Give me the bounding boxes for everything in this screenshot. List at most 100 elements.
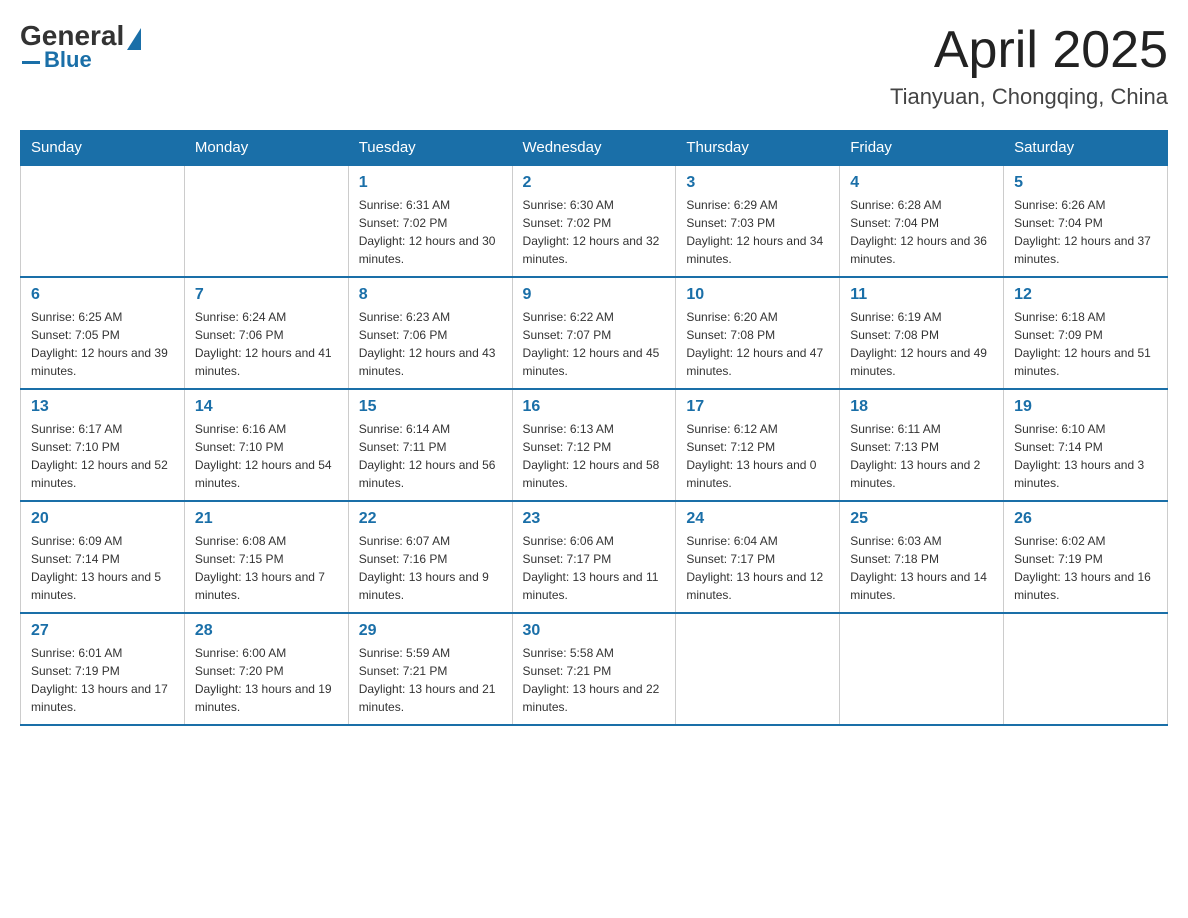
day-info: Sunrise: 6:31 AMSunset: 7:02 PMDaylight:… xyxy=(359,196,502,268)
day-cell: 16 Sunrise: 6:13 AMSunset: 7:12 PMDayligh… xyxy=(512,389,676,501)
day-cell: 15 Sunrise: 6:14 AMSunset: 7:11 PMDayligh… xyxy=(348,389,512,501)
day-info: Sunrise: 6:04 AMSunset: 7:17 PMDaylight:… xyxy=(686,532,829,604)
day-cell: 3 Sunrise: 6:29 AMSunset: 7:03 PMDaylight… xyxy=(676,165,840,277)
day-info: Sunrise: 6:18 AMSunset: 7:09 PMDaylight:… xyxy=(1014,308,1157,380)
day-number: 15 xyxy=(359,398,502,416)
day-cell xyxy=(21,165,185,277)
day-info: Sunrise: 6:22 AMSunset: 7:07 PMDaylight:… xyxy=(523,308,666,380)
logo: General Blue xyxy=(20,20,141,73)
week-row-1: 1 Sunrise: 6:31 AMSunset: 7:02 PMDaylight… xyxy=(21,165,1168,277)
day-number: 10 xyxy=(686,286,829,304)
day-number: 5 xyxy=(1014,174,1157,192)
day-cell: 12 Sunrise: 6:18 AMSunset: 7:09 PMDayligh… xyxy=(1004,277,1168,389)
day-number: 1 xyxy=(359,174,502,192)
day-cell: 11 Sunrise: 6:19 AMSunset: 7:08 PMDayligh… xyxy=(840,277,1004,389)
day-cell: 24 Sunrise: 6:04 AMSunset: 7:17 PMDayligh… xyxy=(676,501,840,613)
day-cell: 30 Sunrise: 5:58 AMSunset: 7:21 PMDayligh… xyxy=(512,613,676,725)
header-saturday: Saturday xyxy=(1004,131,1168,166)
location-title: Tianyuan, Chongqing, China xyxy=(890,84,1168,110)
day-number: 28 xyxy=(195,622,338,640)
day-cell: 6Sunrise: 6:25 AMSunset: 7:05 PMDaylight… xyxy=(21,277,185,389)
day-cell: 29Sunrise: 5:59 AMSunset: 7:21 PMDayligh… xyxy=(348,613,512,725)
header-wednesday: Wednesday xyxy=(512,131,676,166)
day-info: Sunrise: 5:59 AMSunset: 7:21 PMDaylight:… xyxy=(359,644,502,716)
day-cell: 27 Sunrise: 6:01 AMSunset: 7:19 PMDayligh… xyxy=(21,613,185,725)
day-cell: 17Sunrise: 6:12 AMSunset: 7:12 PMDayligh… xyxy=(676,389,840,501)
day-cell xyxy=(676,613,840,725)
day-info: Sunrise: 6:09 AMSunset: 7:14 PMDaylight:… xyxy=(31,532,174,604)
day-number: 24 xyxy=(686,510,829,528)
day-cell: 8Sunrise: 6:23 AMSunset: 7:06 PMDaylight… xyxy=(348,277,512,389)
day-info: Sunrise: 6:20 AMSunset: 7:08 PMDaylight:… xyxy=(686,308,829,380)
day-cell: 18Sunrise: 6:11 AMSunset: 7:13 PMDayligh… xyxy=(840,389,1004,501)
day-cell: 28 Sunrise: 6:00 AMSunset: 7:20 PMDayligh… xyxy=(184,613,348,725)
day-number: 26 xyxy=(1014,510,1157,528)
day-info: Sunrise: 6:03 AMSunset: 7:18 PMDaylight:… xyxy=(850,532,993,604)
calendar-header-row: SundayMondayTuesdayWednesdayThursdayFrid… xyxy=(21,131,1168,166)
day-info: Sunrise: 6:17 AMSunset: 7:10 PMDaylight:… xyxy=(31,420,174,492)
day-number: 23 xyxy=(523,510,666,528)
day-info: Sunrise: 5:58 AMSunset: 7:21 PMDaylight:… xyxy=(523,644,666,716)
day-number: 30 xyxy=(523,622,666,640)
day-cell: 14Sunrise: 6:16 AMSunset: 7:10 PMDayligh… xyxy=(184,389,348,501)
day-cell: 20 Sunrise: 6:09 AMSunset: 7:14 PMDayligh… xyxy=(21,501,185,613)
day-number: 21 xyxy=(195,510,338,528)
day-number: 19 xyxy=(1014,398,1157,416)
day-number: 22 xyxy=(359,510,502,528)
day-number: 18 xyxy=(850,398,993,416)
day-cell: 9 Sunrise: 6:22 AMSunset: 7:07 PMDaylight… xyxy=(512,277,676,389)
day-info: Sunrise: 6:23 AMSunset: 7:06 PMDaylight:… xyxy=(359,308,502,380)
logo-blue-text: Blue xyxy=(44,47,92,73)
day-info: Sunrise: 6:10 AMSunset: 7:14 PMDaylight:… xyxy=(1014,420,1157,492)
day-cell: 19 Sunrise: 6:10 AMSunset: 7:14 PMDayligh… xyxy=(1004,389,1168,501)
day-info: Sunrise: 6:12 AMSunset: 7:12 PMDaylight:… xyxy=(686,420,829,492)
day-info: Sunrise: 6:13 AMSunset: 7:12 PMDaylight:… xyxy=(523,420,666,492)
header-monday: Monday xyxy=(184,131,348,166)
day-info: Sunrise: 6:30 AMSunset: 7:02 PMDaylight:… xyxy=(523,196,666,268)
day-info: Sunrise: 6:02 AMSunset: 7:19 PMDaylight:… xyxy=(1014,532,1157,604)
day-cell: 10 Sunrise: 6:20 AMSunset: 7:08 PMDayligh… xyxy=(676,277,840,389)
day-number: 4 xyxy=(850,174,993,192)
week-row-2: 6Sunrise: 6:25 AMSunset: 7:05 PMDaylight… xyxy=(21,277,1168,389)
week-row-5: 27 Sunrise: 6:01 AMSunset: 7:19 PMDayligh… xyxy=(21,613,1168,725)
day-info: Sunrise: 6:00 AMSunset: 7:20 PMDaylight:… xyxy=(195,644,338,716)
day-info: Sunrise: 6:26 AMSunset: 7:04 PMDaylight:… xyxy=(1014,196,1157,268)
day-number: 20 xyxy=(31,510,174,528)
day-number: 16 xyxy=(523,398,666,416)
day-cell: 13 Sunrise: 6:17 AMSunset: 7:10 PMDayligh… xyxy=(21,389,185,501)
day-number: 2 xyxy=(523,174,666,192)
day-number: 9 xyxy=(523,286,666,304)
header-thursday: Thursday xyxy=(676,131,840,166)
day-cell: 5 Sunrise: 6:26 AMSunset: 7:04 PMDaylight… xyxy=(1004,165,1168,277)
page-header: General Blue April 2025 Tianyuan, Chongq… xyxy=(20,20,1168,110)
calendar-table: SundayMondayTuesdayWednesdayThursdayFrid… xyxy=(20,130,1168,726)
day-cell xyxy=(840,613,1004,725)
day-number: 12 xyxy=(1014,286,1157,304)
day-number: 11 xyxy=(850,286,993,304)
day-cell: 22 Sunrise: 6:07 AMSunset: 7:16 PMDayligh… xyxy=(348,501,512,613)
day-cell xyxy=(1004,613,1168,725)
day-cell: 7Sunrise: 6:24 AMSunset: 7:06 PMDaylight… xyxy=(184,277,348,389)
day-number: 3 xyxy=(686,174,829,192)
day-cell xyxy=(184,165,348,277)
day-cell: 1 Sunrise: 6:31 AMSunset: 7:02 PMDaylight… xyxy=(348,165,512,277)
day-cell: 26 Sunrise: 6:02 AMSunset: 7:19 PMDayligh… xyxy=(1004,501,1168,613)
header-sunday: Sunday xyxy=(21,131,185,166)
day-info: Sunrise: 6:06 AMSunset: 7:17 PMDaylight:… xyxy=(523,532,666,604)
day-info: Sunrise: 6:19 AMSunset: 7:08 PMDaylight:… xyxy=(850,308,993,380)
day-info: Sunrise: 6:29 AMSunset: 7:03 PMDaylight:… xyxy=(686,196,829,268)
day-info: Sunrise: 6:16 AMSunset: 7:10 PMDaylight:… xyxy=(195,420,338,492)
day-number: 13 xyxy=(31,398,174,416)
week-row-4: 20 Sunrise: 6:09 AMSunset: 7:14 PMDayligh… xyxy=(21,501,1168,613)
day-cell: 2 Sunrise: 6:30 AMSunset: 7:02 PMDaylight… xyxy=(512,165,676,277)
day-info: Sunrise: 6:01 AMSunset: 7:19 PMDaylight:… xyxy=(31,644,174,716)
header-tuesday: Tuesday xyxy=(348,131,512,166)
day-info: Sunrise: 6:08 AMSunset: 7:15 PMDaylight:… xyxy=(195,532,338,604)
day-number: 27 xyxy=(31,622,174,640)
week-row-3: 13 Sunrise: 6:17 AMSunset: 7:10 PMDayligh… xyxy=(21,389,1168,501)
month-year-title: April 2025 xyxy=(890,20,1168,80)
logo-bar-icon xyxy=(22,61,40,64)
day-info: Sunrise: 6:28 AMSunset: 7:04 PMDaylight:… xyxy=(850,196,993,268)
day-info: Sunrise: 6:14 AMSunset: 7:11 PMDaylight:… xyxy=(359,420,502,492)
day-info: Sunrise: 6:07 AMSunset: 7:16 PMDaylight:… xyxy=(359,532,502,604)
